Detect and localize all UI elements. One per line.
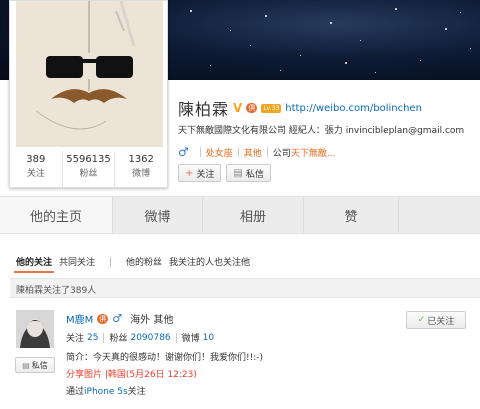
user-name-row: M鹿M 俱 ♂ 海外 其他 xyxy=(66,311,173,326)
user-weibo-value[interactable]: 10 xyxy=(203,333,214,343)
followed-button-label: 已关注 xyxy=(427,316,455,327)
stat-fans[interactable]: 5596135 粉丝 xyxy=(63,151,116,187)
other-link[interactable]: 其他 xyxy=(244,146,262,159)
check-icon: ✓ xyxy=(417,315,426,325)
profile-avatar[interactable] xyxy=(16,1,163,147)
company-label: 公司 xyxy=(272,148,291,159)
follow-count: 陳柏霖关注了389人 xyxy=(10,278,480,298)
message-icon: ▤ xyxy=(233,167,243,179)
user-photo xyxy=(16,310,54,348)
avatar-card: 389 关注 5596135 粉丝 1362 微博 xyxy=(9,0,168,188)
relation-filter: 他的关注 共同关注 他的粉丝 我关注的人也关注他 xyxy=(16,255,250,268)
active-filter-underline xyxy=(14,271,54,273)
via-suffix: 关注 xyxy=(127,387,146,397)
user-location: 海外 其他 xyxy=(130,315,174,326)
club-badge-icon[interactable]: 俱 xyxy=(97,313,109,324)
verification-info: 天下無敵國際文化有限公司 經紀人：張力 invincibleplan@gmail… xyxy=(178,126,465,136)
user-stats: 关注 25 粉丝 2090786 微博 10 xyxy=(66,331,214,344)
user-name-link[interactable]: M鹿M xyxy=(66,311,93,326)
user-message-button[interactable]: ▤ 私信 xyxy=(15,357,55,373)
stat-weibo-label: 微博 xyxy=(132,169,151,179)
tab-weibo[interactable]: 微博 xyxy=(113,197,203,233)
profile-info-row: ♂ 处女座 其他 公司 天下無敵... xyxy=(178,145,335,159)
followed-button[interactable]: ✓ 已关注 xyxy=(406,311,466,329)
tab-album[interactable]: 相册 xyxy=(203,197,304,233)
sunglasses-mustache-image xyxy=(16,1,163,147)
tab-home[interactable]: 他的主页 xyxy=(0,197,113,233)
user-fans-label: 粉丝 xyxy=(109,334,128,344)
via-link[interactable]: iPhone 5s xyxy=(84,387,128,397)
stat-fans-value: 5596135 xyxy=(66,154,111,165)
user-fans-value[interactable]: 2090786 xyxy=(130,333,170,343)
divider xyxy=(237,147,239,157)
level-badge[interactable]: Lv.33 xyxy=(261,103,282,113)
location-link[interactable]: 处女座 xyxy=(206,146,233,159)
message-button-label: 私信 xyxy=(245,169,264,180)
user-latest-post[interactable]: 分享图片 |韩国(5月26日 12:23) xyxy=(66,367,197,380)
follow-source: 通过iPhone 5s关注 xyxy=(66,384,146,397)
stat-following-label: 关注 xyxy=(26,169,45,179)
user-bio: 简介：今天真的很感动！谢谢你们！我爱你们!!:-) xyxy=(66,353,264,363)
user-message-label: 私信 xyxy=(31,360,48,370)
filter-followed-by-mine[interactable]: 我关注的人也关注他 xyxy=(169,255,250,268)
follow-button-label: 关注 xyxy=(196,169,215,180)
profile-name: 陳柏霖 xyxy=(178,100,230,119)
verified-icon[interactable]: V xyxy=(233,101,242,115)
filter-his-following[interactable]: 他的关注 xyxy=(16,255,52,268)
user-weibo-label: 微博 xyxy=(181,334,200,344)
divider xyxy=(266,147,268,157)
profile-tabs: 他的主页 微博 相册 赞 xyxy=(0,196,480,234)
stat-following-value: 389 xyxy=(26,154,46,165)
divider xyxy=(110,256,112,267)
message-icon: ▤ xyxy=(22,360,30,370)
stat-weibo-value: 1362 xyxy=(128,154,154,165)
user-avatar[interactable] xyxy=(16,310,54,348)
company-link[interactable]: 天下無敵... xyxy=(291,146,336,159)
profile-url-link[interactable]: http://weibo.com/bolinchen xyxy=(285,103,422,114)
male-icon: ♂ xyxy=(178,145,189,159)
stat-weibo[interactable]: 1362 微博 xyxy=(115,151,167,187)
stat-following[interactable]: 389 关注 xyxy=(10,151,63,187)
user-following-value[interactable]: 25 xyxy=(87,333,98,343)
divider xyxy=(103,332,105,343)
tab-likes[interactable]: 赞 xyxy=(304,197,399,233)
filter-his-fans[interactable]: 他的粉丝 xyxy=(126,255,162,268)
follow-button[interactable]: + 关注 xyxy=(178,164,222,182)
male-icon: ♂ xyxy=(112,312,123,325)
divider xyxy=(175,332,177,343)
via-prefix: 通过 xyxy=(66,387,85,397)
plus-icon: + xyxy=(185,167,194,179)
tab-spacer xyxy=(399,197,480,233)
user-following-label: 关注 xyxy=(66,334,85,344)
filter-common-following[interactable]: 共同关注 xyxy=(59,255,95,268)
profile-name-row: 陳柏霖 V 俱 Lv.33 http://weibo.com/bolinchen xyxy=(178,96,422,120)
profile-actions: + 关注 ▤ 私信 xyxy=(178,164,271,182)
profile-stats: 389 关注 5596135 粉丝 1362 微博 xyxy=(10,151,167,187)
stat-fans-label: 粉丝 xyxy=(79,169,98,179)
divider xyxy=(199,147,201,157)
club-badge-icon[interactable]: 俱 xyxy=(246,103,258,113)
message-button[interactable]: ▤ 私信 xyxy=(226,164,271,182)
